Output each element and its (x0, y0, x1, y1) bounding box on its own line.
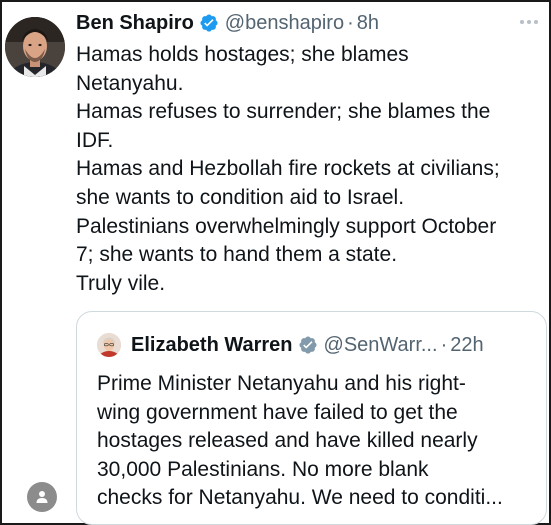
tweet-timestamp[interactable]: 8h (357, 10, 379, 36)
tweet-text-line: Hamas holds hostages; she blames (76, 43, 409, 66)
tweet-text-line: Truly vile. (76, 271, 166, 295)
profile-photo-icon (5, 17, 65, 77)
quoted-author-handle[interactable]: @SenWarr... (324, 332, 438, 358)
quoted-text-line: Prime Minister Netanyahu and his right- (97, 372, 466, 395)
user-profile-button[interactable] (27, 482, 57, 512)
tweet-header: Ben Shapiro @benshapiro · 8h (76, 10, 379, 36)
quoted-text-line: 30,000 Palestinians. No more blank (97, 457, 429, 481)
more-horizontal-icon (520, 20, 524, 24)
quoted-profile-photo-icon (97, 333, 121, 357)
tweet-body: Hamas holds hostages; she blames Netanya… (76, 41, 542, 298)
author-handle[interactable]: @benshapiro (225, 10, 344, 36)
quoted-author-name[interactable]: Elizabeth Warren (131, 332, 293, 358)
quoted-tweet-body: Prime Minister Netanyahu and his right- … (97, 370, 503, 513)
quoted-author-avatar (97, 333, 121, 357)
quoted-text-line: hostages released and have killed nearly (97, 429, 478, 453)
quoted-text-line: wing government have failed to get the (97, 400, 458, 424)
quoted-tweet-header: Elizabeth Warren @SenWarr... · 22h (97, 332, 484, 358)
tweet-text-line: she wants to condition aid to Israel. (76, 185, 405, 209)
separator-dot: · (440, 334, 448, 356)
author-avatar[interactable] (5, 17, 65, 77)
verified-badge-icon (199, 13, 219, 33)
tweet-text-line: Netanyahu. (76, 71, 184, 95)
tweet-card: Ben Shapiro @benshapiro · 8h Hamas holds… (0, 0, 551, 525)
quoted-tweet[interactable]: Elizabeth Warren @SenWarr... · 22h Prime… (76, 311, 547, 525)
quoted-tweet-timestamp[interactable]: 22h (450, 332, 483, 358)
author-name[interactable]: Ben Shapiro (76, 10, 194, 36)
separator-dot: · (347, 12, 354, 34)
tweet-text-line: Hamas and Hezbollah fire rockets at civi… (76, 157, 500, 181)
more-options-button[interactable] (516, 12, 542, 32)
person-icon (36, 491, 48, 503)
quoted-text-line: checks for Netanyahu. We need to conditi… (97, 486, 503, 510)
tweet-text-line: 7; she wants to hand them a state. (76, 243, 398, 267)
government-verified-badge-icon (298, 335, 318, 355)
tweet-text-line: Hamas refuses to surrender; she blames t… (76, 100, 491, 124)
tweet-text-line: Palestinians overwhelmingly support Octo… (76, 214, 497, 238)
tweet-text-line: IDF. (76, 128, 114, 152)
